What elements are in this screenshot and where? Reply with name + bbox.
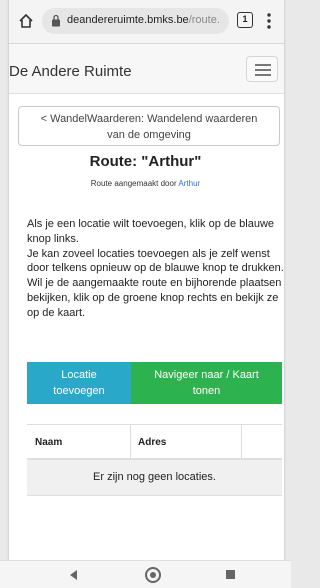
route-author-line: Route aangemaakt door Arthur [0, 179, 291, 188]
site-navbar: De Andere Ruimte [9, 44, 284, 94]
instruction-view: Wil je de aangemaakte route en bijhorend… [27, 277, 282, 319]
overflow-menu-icon[interactable] [266, 12, 272, 30]
page-title: Route: "Arthur" [89, 153, 202, 170]
browser-toolbar: deandereruimte.bmks.be/route. 1 [9, 0, 284, 44]
column-divider [130, 425, 131, 459]
instruction-add: Als je een locatie wilt toevoegen, klik … [27, 218, 275, 245]
back-button-line2: van de omgeving [107, 129, 191, 141]
nav-button-line2: tonen [192, 385, 221, 397]
author-prefix: Route aangemaakt door [90, 179, 177, 188]
recent-square-icon[interactable] [226, 570, 235, 579]
column-divider [241, 425, 242, 459]
author-link[interactable]: Arthur [178, 179, 200, 188]
instruction-repeat: Je kan zoveel locaties toevoegen als je … [27, 247, 284, 275]
column-header-name: Naam [35, 437, 63, 448]
navigate-map-button[interactable]: Navigeer naar / Kaart tonen [131, 362, 282, 404]
table-header: Naam Adres [27, 424, 282, 460]
url-domain: deandereruimte.bmks.be [67, 14, 189, 26]
back-button-line1: < WandelWaarderen: Wandelend waarderen [40, 113, 258, 125]
hamburger-icon[interactable] [246, 56, 278, 82]
column-header-address: Adres [138, 437, 167, 448]
instructions: Als je een locatie wilt toevoegen, klik … [27, 217, 285, 321]
home-icon[interactable] [18, 13, 34, 29]
url-path: /route. [188, 14, 220, 26]
url-text: deandereruimte.bmks.be/route. [67, 14, 225, 26]
back-to-project-button[interactable]: < WandelWaarderen: Wandelend waarderen v… [18, 106, 280, 146]
site-brand[interactable]: De Andere Ruimte [9, 63, 132, 80]
android-navigation-bar [0, 560, 291, 588]
nav-button-line1: Navigeer naar / Kaart [154, 369, 259, 381]
empty-table-message: Er zijn nog geen locaties. [27, 460, 282, 496]
add-button-line2: toevoegen [53, 385, 105, 397]
address-bar[interactable]: deandereruimte.bmks.be/route. [42, 8, 229, 34]
locations-table: Naam Adres Er zijn nog geen locaties. [27, 424, 282, 496]
home-circle-icon[interactable] [145, 567, 161, 583]
add-location-button[interactable]: Locatie toevoegen [27, 362, 131, 404]
lock-icon [52, 14, 60, 27]
tabs-icon[interactable]: 1 [237, 12, 253, 28]
add-button-line1: Locatie [61, 369, 97, 381]
back-triangle-icon[interactable] [70, 570, 77, 580]
